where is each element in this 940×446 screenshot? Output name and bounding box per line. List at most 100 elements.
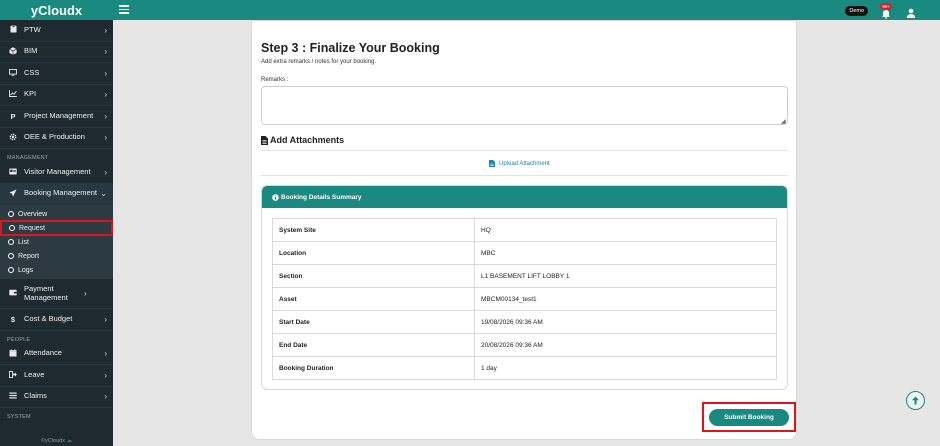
gear-icon	[8, 133, 18, 143]
table-row: End Date 20/08/2026 09:36 AM	[272, 333, 777, 357]
sidebar-item-payment-management[interactable]: Payment Management ›	[0, 279, 113, 309]
sidebar-item-label: CSS	[24, 67, 40, 77]
summary-key: End Date	[272, 333, 475, 357]
cube-icon	[8, 47, 18, 57]
sidebar-item-label: OEE & Production	[24, 132, 85, 142]
sidebar-item-kpi[interactable]: KPI ›	[0, 85, 113, 106]
summary-key: Section	[272, 264, 475, 288]
circle-icon	[8, 267, 14, 273]
chevron-right-icon: ›	[104, 47, 107, 57]
section-header-people: PEOPLE	[7, 336, 31, 343]
clipboard-icon	[8, 24, 18, 35]
table-row: Start Date 19/08/2026 09:36 AM	[272, 310, 777, 334]
chevron-down-icon: ⌄	[100, 189, 107, 199]
chevron-right-icon: ›	[104, 133, 107, 143]
divider	[261, 150, 788, 151]
sidebar-item-claims[interactable]: Claims ›	[0, 387, 113, 408]
submenu-item-logs[interactable]: Logs	[0, 263, 113, 277]
notification-count-badge: 99+	[880, 3, 892, 10]
summary-value: L1 BASEMENT LIFT LOBBY 1	[474, 264, 777, 288]
booking-submenu: Overview Request List Report Logs	[0, 205, 113, 279]
sidebar-item-cost-budget[interactable]: $ Cost & Budget ›	[0, 309, 113, 331]
hamburger-menu-icon[interactable]	[119, 5, 129, 14]
sidebar-item-ptw[interactable]: PTW ›	[0, 20, 113, 42]
file-upload-icon	[489, 160, 495, 167]
sidebar-item-visitor-management[interactable]: Visitor Management ›	[0, 162, 113, 184]
summary-key: Booking Duration	[272, 356, 475, 380]
submenu-item-request[interactable]: Request	[0, 220, 113, 236]
sidebar-item-label: Attendance	[24, 348, 62, 358]
sidebar-item-label: Visitor Management	[24, 166, 91, 176]
circle-icon	[8, 239, 14, 245]
chevron-right-icon: ›	[104, 111, 107, 121]
brand-logo[interactable]: yCloudx	[0, 0, 113, 20]
sidebar-item-css[interactable]: CSS ›	[0, 63, 113, 85]
file-icon	[261, 135, 268, 145]
monitor-icon	[8, 68, 18, 78]
summary-header: Booking Details Summary	[262, 186, 787, 208]
divider	[261, 175, 788, 176]
submenu-item-list[interactable]: List	[0, 235, 113, 249]
summary-key: Asset	[272, 287, 475, 311]
chevron-right-icon: ›	[104, 68, 107, 78]
sidebar-item-attendance[interactable]: Attendance ›	[0, 344, 113, 365]
booking-form-card: Step 3 : Finalize Your Booking Add extra…	[251, 20, 797, 440]
scroll-to-top-button[interactable]	[906, 391, 925, 410]
info-circle-icon	[272, 193, 279, 201]
summary-key: Start Date	[272, 310, 475, 334]
demo-badge[interactable]: Demo	[845, 6, 868, 16]
upload-attachment-link[interactable]: Upload Attachment	[489, 160, 550, 167]
circle-icon	[8, 253, 14, 259]
section-header-system: SYSTEM	[7, 414, 31, 420]
cloud-icon: ☁	[66, 438, 72, 444]
footer-text: ©yCloudx	[41, 438, 65, 444]
id-card-icon	[8, 168, 18, 177]
wallet-icon	[8, 289, 18, 298]
resize-handle-icon[interactable]: ◢	[781, 118, 786, 125]
summary-title: Booking Details Summary	[281, 193, 362, 201]
chevron-right-icon: ›	[104, 167, 107, 177]
submenu-label: Report	[18, 252, 40, 260]
sidebar-item-project-management[interactable]: P Project Management ›	[0, 106, 113, 128]
summary-value: MBC	[474, 241, 777, 265]
table-row: Booking Duration 1 day	[272, 356, 777, 380]
summary-key: Location	[272, 241, 475, 265]
sidebar-item-label: KPI	[24, 89, 37, 99]
user-icon[interactable]	[906, 5, 916, 18]
upload-attachment-label: Upload Attachment	[499, 160, 550, 167]
sidebar-item-bim[interactable]: BIM ›	[0, 42, 113, 63]
submenu-item-report[interactable]: Report	[0, 249, 113, 263]
sidebar-item-booking-management[interactable]: Booking Management ⌄	[0, 183, 113, 205]
circle-icon	[9, 225, 15, 231]
remarks-label: Remarks :	[261, 77, 289, 83]
submenu-label: Overview	[18, 210, 48, 218]
chevron-right-icon: ›	[104, 25, 107, 35]
sidebar-item-label: Claims	[24, 391, 47, 401]
chevron-right-icon: ›	[104, 90, 107, 100]
sidebar-item-oee-production[interactable]: OEE & Production ›	[0, 128, 113, 149]
booking-summary-panel: Booking Details Summary System Site HQ Lo…	[261, 185, 788, 390]
submit-booking-button[interactable]: Submit Booking	[709, 408, 789, 426]
arrow-up-icon	[912, 396, 919, 405]
attachments-heading: Add Attachments	[261, 135, 344, 145]
sidebar-item-leave[interactable]: Leave ›	[0, 365, 113, 387]
calendar-icon	[8, 348, 18, 359]
sidebar-item-label: Leave	[24, 369, 45, 379]
paper-plane-icon	[8, 189, 18, 199]
sidebar-item-label: Payment Management	[24, 283, 68, 302]
chart-line-icon	[8, 90, 18, 99]
remarks-textarea[interactable]	[261, 86, 788, 125]
chevron-right-icon: ›	[104, 349, 107, 359]
summary-value: MBCM00134_test1	[474, 287, 777, 311]
attachments-title: Add Attachments	[270, 135, 345, 145]
sidebar: yCloudx PTW › BIM › CSS › KPI › P Projec…	[0, 0, 113, 446]
parking-icon: P	[10, 111, 16, 121]
table-row: Location MBC	[272, 241, 777, 265]
submenu-item-overview[interactable]: Overview	[0, 207, 113, 221]
submenu-label: Request	[19, 224, 46, 232]
sidebar-item-label: Project Management	[24, 110, 94, 120]
submenu-label: Logs	[18, 266, 34, 274]
chevron-right-icon: ›	[104, 392, 107, 402]
page-title: Step 3 : Finalize Your Booking	[261, 41, 440, 55]
sidebar-item-label: Cost & Budget	[24, 313, 73, 323]
